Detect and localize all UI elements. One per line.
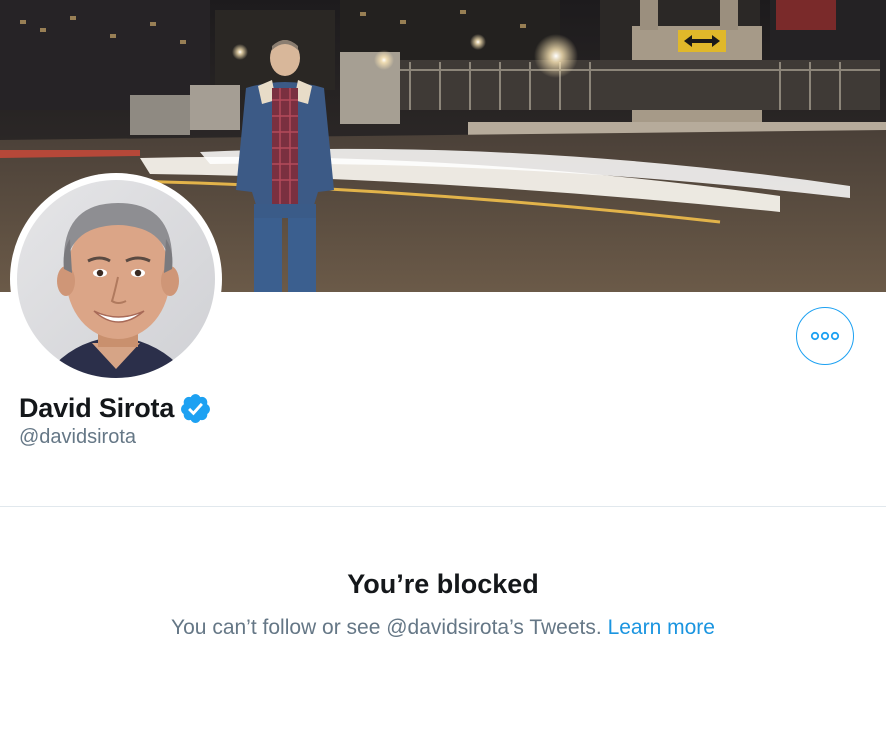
section-divider — [0, 506, 886, 507]
learn-more-link[interactable]: Learn more — [608, 616, 715, 639]
verified-badge-icon — [181, 393, 211, 423]
more-options-icon — [810, 331, 840, 341]
profile-avatar[interactable] — [10, 173, 222, 385]
profile-name-row: David Sirota — [19, 388, 212, 428]
more-options-button[interactable] — [796, 307, 854, 365]
blocked-message-row: You can’t follow or see @davidsirota’s T… — [0, 614, 886, 642]
profile-display-name: David Sirota — [19, 392, 175, 423]
profile-handle: @davidsirota — [19, 426, 137, 448]
blocked-notice: You’re blocked You can’t follow or see @… — [0, 566, 886, 642]
blocked-message: You can’t follow or see @davidsirota’s T… — [171, 616, 602, 639]
blocked-title: You’re blocked — [347, 569, 539, 599]
avatar-photo — [17, 180, 215, 378]
